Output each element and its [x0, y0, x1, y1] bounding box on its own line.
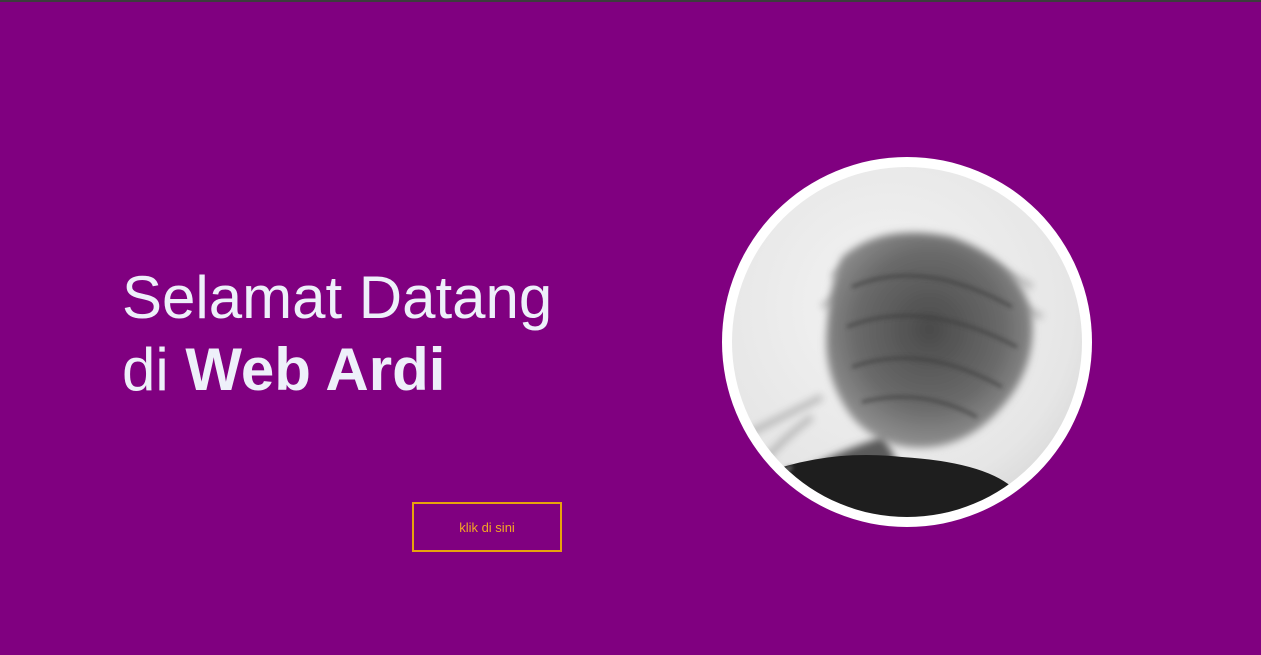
profile-photo	[732, 167, 1082, 517]
top-border	[0, 0, 1261, 2]
hero-title-site-name: Web Ardi	[185, 336, 446, 403]
profile-photo-image	[732, 167, 1082, 517]
profile-image-frame	[722, 157, 1092, 527]
hero-title-line2: di Web Ardi	[122, 334, 552, 406]
cta-button[interactable]: klik di sini	[412, 502, 562, 552]
hero-title-line1: Selamat Datang	[122, 264, 553, 331]
hero-title: Selamat Datang di Web Ardi	[122, 262, 552, 406]
hero-title-prefix: di	[122, 336, 169, 403]
